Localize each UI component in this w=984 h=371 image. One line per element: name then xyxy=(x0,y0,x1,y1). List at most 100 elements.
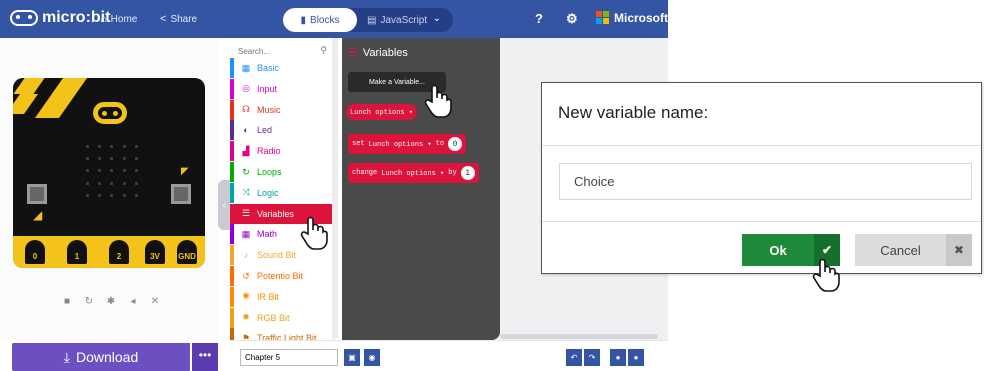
home-button[interactable]: ⌂ Home xyxy=(100,13,137,25)
toolbox-category-radio[interactable]: ▟ Radio xyxy=(230,141,333,162)
toolbox-category-potentio-bit[interactable]: ↺ Potentio Bit xyxy=(230,266,333,286)
headphones-icon: ☊ xyxy=(242,104,250,115)
hand-cursor-icon xyxy=(812,258,840,292)
pin-1[interactable]: 1 xyxy=(67,240,87,264)
flag-icon: ◤ xyxy=(181,166,189,177)
list-icon: ☰ xyxy=(241,208,251,219)
bottom-toolbar: ▣ ◉ ↶ ↷ ● ● xyxy=(230,340,668,371)
toolbox-category-logic[interactable]: ⤨ Logic xyxy=(230,182,333,203)
flyout-heading: ☰ Variables xyxy=(348,46,408,60)
collapse-simulator-handle[interactable]: ‹ xyxy=(218,180,230,230)
divider xyxy=(542,145,981,146)
rgb-icon: ✹ xyxy=(242,312,250,323)
close-icon: ✖ xyxy=(946,234,972,266)
restart-icon[interactable]: ↻ xyxy=(82,296,96,307)
microsoft-label: Microsoft xyxy=(614,11,668,25)
change-value-input[interactable]: 1 xyxy=(460,166,475,180)
stop-icon[interactable]: ■ xyxy=(60,296,74,307)
gear-icon[interactable]: ⚙ xyxy=(566,11,578,27)
workspace-scrollbar[interactable] xyxy=(500,334,658,339)
microbit-face-logo[interactable] xyxy=(93,102,127,124)
grid-icon: ▦ xyxy=(241,62,251,73)
download-icon: ⤓ xyxy=(63,348,70,365)
share-button[interactable]: < Share xyxy=(160,13,197,25)
pin-gnd: GND xyxy=(177,240,197,264)
toolbox-category-ir-bit[interactable]: ✺ IR Bit xyxy=(230,286,333,307)
microbit-board[interactable]: ◢ ◤ 0 1 2 3V GND xyxy=(13,78,205,268)
zoom-in-icon[interactable]: ● xyxy=(628,349,644,366)
change-keyword: change xyxy=(352,169,378,177)
toolbox: ⚲ ▦ Basic ◎ Input ☊ Music ◐ Led ▟ Radio ↻ Loops ⤨ Log… xyxy=(230,38,334,340)
download-button[interactable]: ⤓ Download xyxy=(12,343,190,371)
sun-icon: ✺ xyxy=(242,291,250,302)
save-icon[interactable]: ▣ xyxy=(344,349,360,366)
led-matrix xyxy=(81,140,143,202)
redo-icon[interactable]: ↷ xyxy=(584,349,600,366)
ok-label: Ok xyxy=(769,242,787,258)
mute-icon[interactable]: ◂ xyxy=(126,296,140,307)
chevron-down-icon[interactable]: ⌄ xyxy=(433,13,441,24)
change-variable-block[interactable]: change Lunch options ▾ by 1 xyxy=(348,163,479,183)
toolbox-scrollbar[interactable] xyxy=(332,38,338,338)
category-label: Potentio Bit xyxy=(257,271,304,281)
toggle-icon: ◐ xyxy=(243,125,249,136)
debug-icon[interactable]: ✱ xyxy=(104,296,118,307)
set-value-input[interactable]: 0 xyxy=(448,137,463,151)
category-label: RGB Bit xyxy=(257,312,290,323)
microsoft-icon xyxy=(596,11,610,25)
tab-blocks[interactable]: ▮ Blocks xyxy=(283,8,357,32)
microsoft-logo[interactable]: Microsoft xyxy=(596,11,668,25)
toolbox-category-traffic-light-bit[interactable]: ⚑ Traffic Light Bit xyxy=(230,328,333,340)
dialog-title: New variable name: xyxy=(558,103,709,122)
undo-icon[interactable]: ↶ xyxy=(566,349,582,366)
target-icon: ◎ xyxy=(242,83,250,94)
code-icon: ▤ xyxy=(367,14,377,26)
divider xyxy=(542,221,981,222)
home-icon: ⌂ xyxy=(100,13,107,25)
button-a[interactable] xyxy=(27,184,47,204)
change-variable-dropdown[interactable]: Lunch options ▾ xyxy=(381,169,444,178)
list-icon: ☰ xyxy=(348,47,358,59)
download-label: Download xyxy=(75,349,139,365)
set-to-keyword: to xyxy=(435,140,445,148)
microbit-logo[interactable]: micro:bit xyxy=(10,9,110,27)
toolbox-category-led[interactable]: ◐ Led xyxy=(230,120,333,141)
search-icon[interactable]: ⚲ xyxy=(320,45,327,56)
home-label: Home xyxy=(110,13,138,25)
tab-javascript[interactable]: ▤ JavaScript xyxy=(357,15,427,26)
zoom-out-icon[interactable]: ● xyxy=(610,349,626,366)
new-variable-dialog: New variable name: Ok ✔ Cancel ✖ xyxy=(541,82,982,274)
pin-2[interactable]: 2 xyxy=(109,240,129,264)
triangle-icon: ◢ xyxy=(33,208,43,222)
pin-0[interactable]: 0 xyxy=(25,240,45,264)
cancel-label: Cancel xyxy=(880,242,921,258)
toolbox-category-music[interactable]: ☊ Music xyxy=(230,99,333,120)
help-icon[interactable]: ? xyxy=(535,11,543,26)
set-variable-block[interactable]: set Lunch options ▾ to 0 xyxy=(348,134,467,154)
signal-icon: ▟ xyxy=(242,145,250,156)
category-label: Led xyxy=(257,125,273,136)
github-icon[interactable]: ◉ xyxy=(364,349,380,366)
cancel-button[interactable]: Cancel ✖ xyxy=(855,234,972,266)
category-label: Music xyxy=(257,104,281,115)
loop-icon: ↻ xyxy=(242,166,250,177)
category-label: Logic xyxy=(257,187,279,198)
button-b[interactable] xyxy=(171,184,191,204)
category-label: IR Bit xyxy=(257,291,280,302)
mic-icon: ♪ xyxy=(243,250,249,261)
puzzle-icon: ▮ xyxy=(300,14,307,26)
edge-connector: 0 1 2 3V GND xyxy=(13,236,205,268)
category-label: Math xyxy=(257,229,278,240)
download-more-button[interactable]: ••• xyxy=(192,343,218,371)
toolbox-category-input[interactable]: ◎ Input xyxy=(230,78,333,99)
toolbox-category-rgb-bit[interactable]: ✹ RGB Bit xyxy=(230,307,333,328)
set-variable-dropdown[interactable]: Lunch options ▾ xyxy=(369,140,432,149)
variable-name-input[interactable] xyxy=(559,163,972,200)
toolbox-category-basic[interactable]: ▦ Basic xyxy=(230,58,333,78)
close-simulator-icon[interactable]: ✕ xyxy=(148,296,162,307)
project-name-input[interactable] xyxy=(240,349,338,366)
variable-block[interactable]: Lunch options ▾ xyxy=(346,104,418,120)
hand-cursor-icon xyxy=(424,84,452,118)
category-label: Traffic Light Bit xyxy=(257,333,317,340)
toolbox-category-loops[interactable]: ↻ Loops xyxy=(230,162,333,182)
